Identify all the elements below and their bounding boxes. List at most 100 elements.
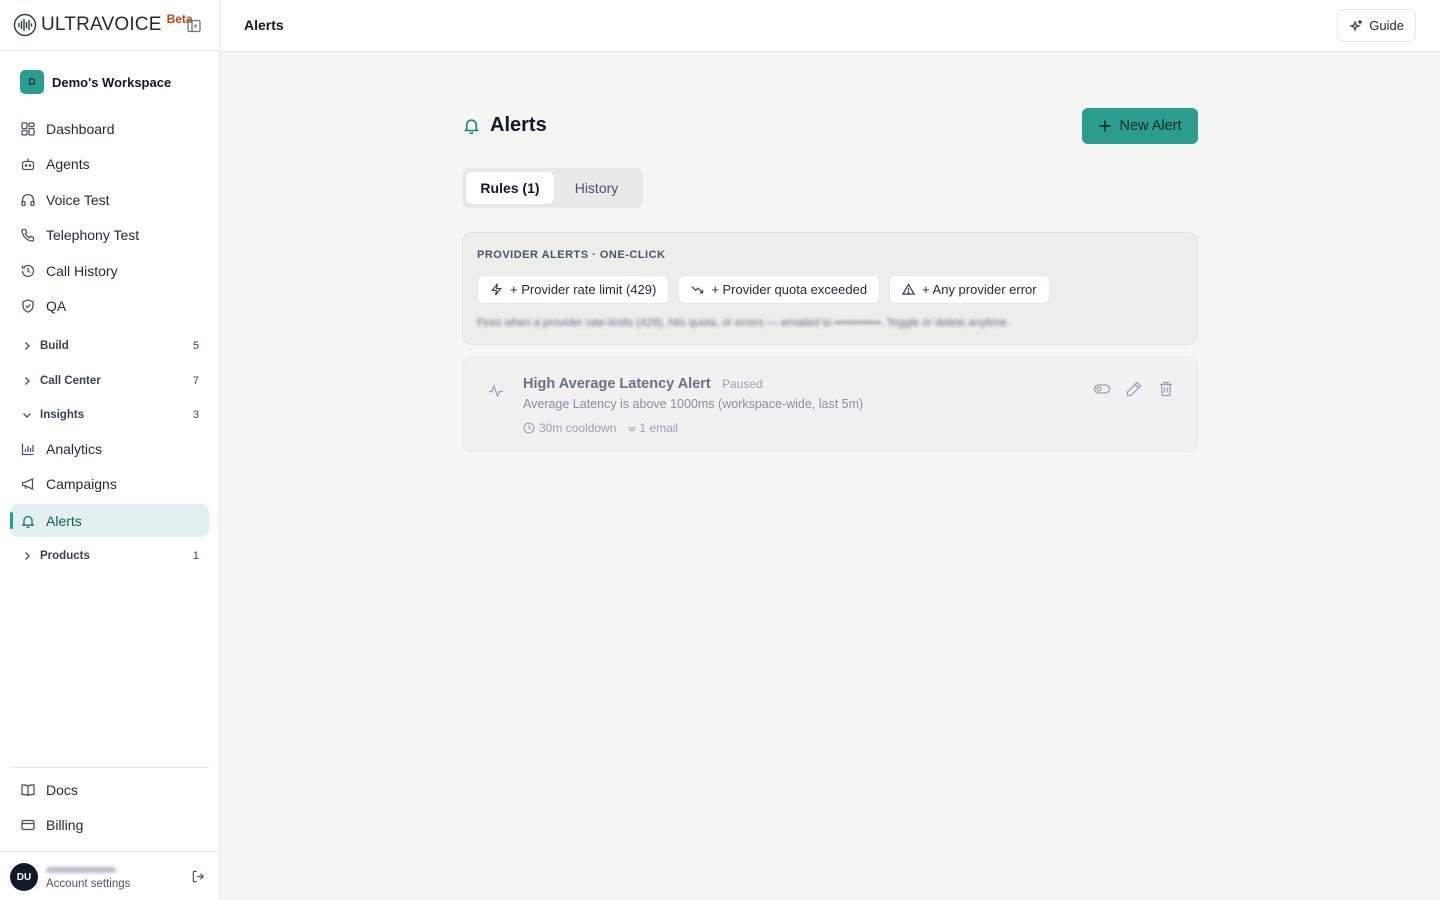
chip-label: + Provider quota exceeded	[711, 282, 868, 297]
bot-icon	[20, 156, 36, 172]
sidebar-item-dashboard[interactable]: Dashboard	[10, 112, 209, 145]
chip-label: + Provider rate limit (429)	[510, 282, 657, 297]
credit-card-icon	[20, 817, 36, 833]
topbar: Alerts Guide	[220, 0, 1440, 52]
bell-icon	[20, 513, 36, 529]
rule-cooldown: 30m cooldown	[539, 421, 617, 435]
rule-recipients: 1 email	[639, 421, 679, 435]
provider-alert-chips: + Provider rate limit (429) + Provider q…	[477, 275, 1050, 304]
nav-group-count: 7	[192, 375, 199, 387]
nav-group-insights[interactable]: Insights 3	[10, 402, 209, 428]
sidebar-item-label: Call History	[46, 262, 118, 279]
sidebar-item-alerts[interactable]: Alerts	[10, 504, 209, 537]
nav-group-label: Insights	[40, 409, 85, 421]
page-header: Alerts New Alert	[462, 108, 1198, 144]
sparkles-icon	[1349, 18, 1364, 33]
headphones-icon	[20, 192, 36, 208]
sidebar-item-docs[interactable]: Docs	[10, 773, 209, 806]
bar-chart-icon	[20, 441, 36, 457]
workspace-name: Demo's Workspace	[52, 74, 172, 90]
nav-group-label: Build	[40, 340, 69, 352]
phone-icon	[20, 227, 36, 243]
chevron-right-icon	[20, 374, 34, 388]
nav-group-label: Call Center	[40, 375, 101, 387]
sidebar-item-qa[interactable]: QA	[10, 289, 209, 322]
add-provider-error-alert-button[interactable]: + Any provider error	[889, 275, 1050, 304]
new-alert-label: New Alert	[1119, 118, 1182, 134]
rule-description: Average Latency is above 1000ms (workspa…	[523, 397, 864, 411]
page-title: Alerts	[462, 114, 547, 137]
sidebar-item-billing[interactable]: Billing	[10, 808, 209, 841]
avatar[interactable]: DU	[10, 863, 38, 891]
tab-rules[interactable]: Rules (1)	[466, 172, 554, 204]
guide-button[interactable]: Guide	[1337, 9, 1416, 42]
add-quota-exceeded-alert-button[interactable]: + Provider quota exceeded	[678, 275, 881, 304]
sidebar-footer: DU Account settings	[0, 851, 219, 900]
tab-list: Rules (1) History	[462, 168, 643, 208]
provider-alerts-note: Fires when a provider rate-limits (429),…	[477, 317, 1010, 329]
account-settings-link[interactable]: Account settings	[46, 878, 130, 890]
workspace-switcher[interactable]: D Demo's Workspace	[20, 70, 171, 94]
provider-alerts-card: PROVIDER ALERTS · ONE-CLICK + Provider r…	[462, 232, 1198, 345]
rule-actions	[1093, 380, 1175, 398]
sidebar-item-label: Docs	[46, 781, 78, 798]
chevron-right-icon	[20, 549, 34, 563]
sidebar-divider	[10, 767, 209, 768]
logout-icon[interactable]	[191, 869, 206, 884]
rule-meta: 30m cooldown 1 email	[523, 421, 678, 435]
sidebar-item-label: Analytics	[46, 440, 103, 457]
trending-down-icon	[691, 283, 704, 296]
guide-label: Guide	[1369, 18, 1404, 33]
sidebar-item-label: Billing	[46, 816, 84, 833]
sidebar-item-label: Dashboard	[46, 120, 115, 137]
alert-rule-card: High Average Latency Alert Paused Averag…	[462, 357, 1198, 452]
chevron-down-icon	[20, 408, 34, 422]
sidebar-item-call-history[interactable]: Call History	[10, 254, 209, 287]
history-icon	[20, 263, 36, 279]
sidebar-item-label: Agents	[46, 155, 90, 172]
new-alert-button[interactable]: New Alert	[1082, 108, 1198, 144]
sidebar-item-agents[interactable]: Agents	[10, 147, 209, 180]
chip-label: + Any provider error	[922, 282, 1037, 297]
toggle-icon[interactable]	[1093, 380, 1111, 398]
plus-icon	[1098, 119, 1112, 133]
shield-check-icon	[20, 298, 36, 314]
nav-group-products[interactable]: Products 1	[10, 543, 209, 569]
nav-group-count: 5	[192, 340, 199, 352]
sidebar-item-label: Campaigns	[46, 475, 117, 492]
chevron-right-icon	[20, 339, 34, 353]
nav-group-count: 1	[192, 550, 199, 562]
provider-alerts-heading: PROVIDER ALERTS · ONE-CLICK	[477, 249, 666, 261]
brand-name: ULTRAVOICE	[41, 14, 162, 35]
sidebar-collapse-icon[interactable]	[186, 18, 202, 34]
grid-icon	[20, 121, 36, 137]
nav-group-build[interactable]: Build 5	[10, 333, 209, 359]
tab-history[interactable]: History	[554, 172, 639, 204]
sidebar-item-analytics[interactable]: Analytics	[10, 432, 209, 465]
add-rate-limit-alert-button[interactable]: + Provider rate limit (429)	[477, 275, 670, 304]
sidebar-item-label: Voice Test	[46, 191, 110, 208]
sidebar-item-telephony-test[interactable]: Telephony Test	[10, 218, 209, 251]
sidebar-item-label: Alerts	[46, 512, 82, 529]
topbar-title: Alerts	[244, 17, 284, 33]
clock-icon	[523, 422, 535, 434]
status-badge: Paused	[722, 377, 763, 391]
nav-group-call-center[interactable]: Call Center 7	[10, 368, 209, 394]
trash-icon[interactable]	[1157, 380, 1175, 398]
activity-icon	[488, 383, 504, 399]
sidebar-item-voice-test[interactable]: Voice Test	[10, 183, 209, 216]
nav-group-label: Products	[40, 550, 90, 562]
rule-title: High Average Latency Alert	[523, 376, 711, 392]
mail-icon	[628, 424, 637, 432]
page-title-text: Alerts	[490, 114, 547, 136]
sidebar-item-label: QA	[46, 297, 67, 314]
sidebar-item-campaigns[interactable]: Campaigns	[10, 467, 209, 500]
workspace-avatar: D	[20, 70, 44, 94]
bell-icon	[462, 116, 481, 135]
sidebar: ULTRAVOICE Beta D Demo's Workspace Dashb…	[0, 0, 220, 900]
edit-icon[interactable]	[1125, 380, 1143, 398]
nav-group-count: 3	[192, 409, 199, 421]
zap-icon	[490, 283, 503, 296]
book-icon	[20, 782, 36, 798]
megaphone-icon	[20, 476, 36, 492]
